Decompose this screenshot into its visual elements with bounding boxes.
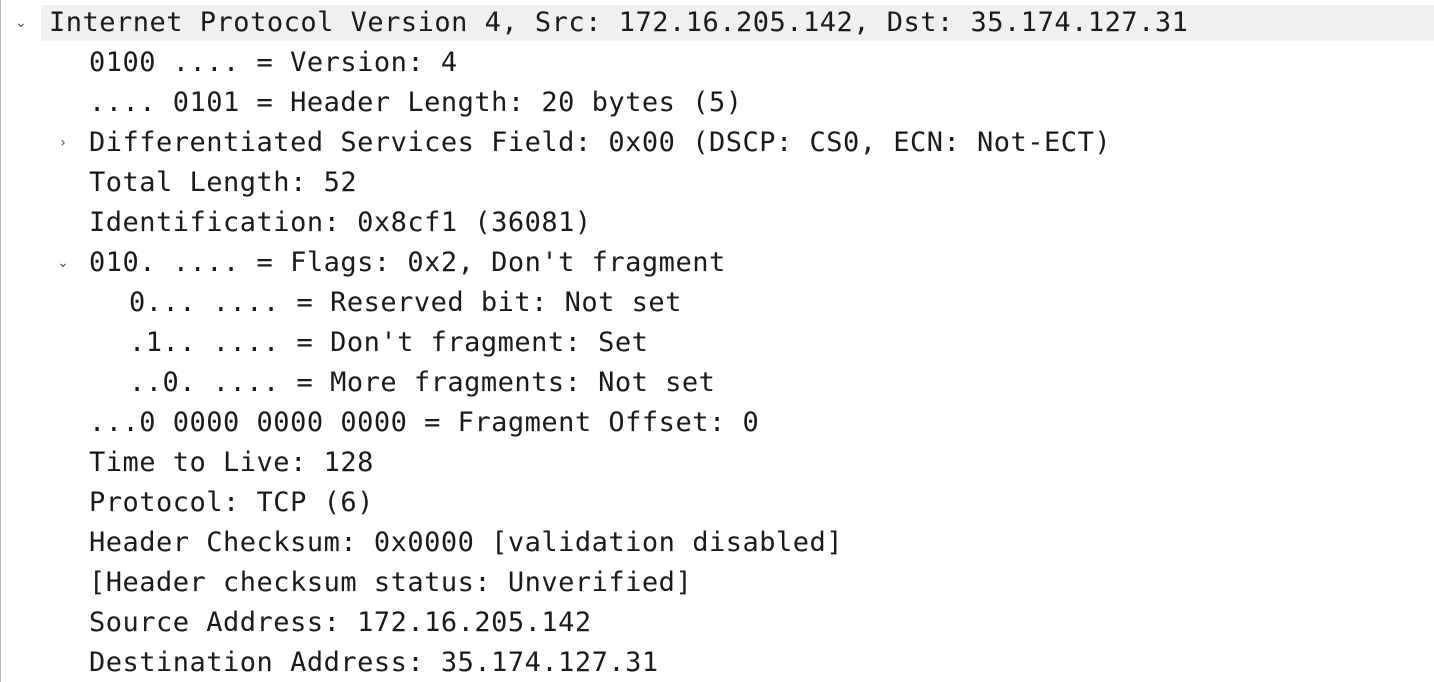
tree-row-destination-address[interactable]: Destination Address: 35.174.127.31 (1, 643, 1434, 682)
chevron-down-icon[interactable]: ⌄ (51, 243, 75, 283)
tree-row-ipv4[interactable]: ⌄ Internet Protocol Version 4, Src: 172.… (1, 3, 1434, 43)
tree-item-label: Total Length: 52 (89, 167, 358, 198)
tree-item-label: 0100 .... = Version: 4 (89, 47, 458, 78)
tree-row-flag-df[interactable]: .1.. .... = Don't fragment: Set (1, 323, 1434, 363)
tree-item-label: Destination Address: 35.174.127.31 (89, 647, 659, 678)
tree-item-label: Protocol: TCP (6) (89, 487, 374, 518)
tree-row-dsfield[interactable]: › Differentiated Services Field: 0x00 (D… (1, 123, 1434, 163)
tree-row-flags[interactable]: ⌄ 010. .... = Flags: 0x2, Don't fragment (1, 243, 1434, 283)
tree-item-label: Differentiated Services Field: 0x00 (DSC… (89, 127, 1112, 158)
tree-row-source-address[interactable]: Source Address: 172.16.205.142 (1, 603, 1434, 643)
tree-item-label: .1.. .... = Don't fragment: Set (129, 327, 649, 358)
tree-item-label: Internet Protocol Version 4, Src: 172.16… (49, 7, 1189, 38)
tree-row-checksum[interactable]: Header Checksum: 0x0000 [validation disa… (1, 523, 1434, 563)
tree-row-fragment-offset[interactable]: ...0 0000 0000 0000 = Fragment Offset: 0 (1, 403, 1434, 443)
tree-item-label: .... 0101 = Header Length: 20 bytes (5) (89, 87, 743, 118)
tree-row-total-length[interactable]: Total Length: 52 (1, 163, 1434, 203)
tree-item-label: Identification: 0x8cf1 (36081) (89, 207, 592, 238)
packet-details-tree: ⌄ Internet Protocol Version 4, Src: 172.… (0, 0, 1434, 682)
tree-item-label: 010. .... = Flags: 0x2, Don't fragment (89, 247, 726, 278)
tree-item-label: ..0. .... = More fragments: Not set (129, 367, 716, 398)
tree-item-label: Header Checksum: 0x0000 [validation disa… (89, 527, 843, 558)
chevron-down-icon[interactable]: ⌄ (9, 3, 33, 43)
tree-row-protocol[interactable]: Protocol: TCP (6) (1, 483, 1434, 523)
chevron-right-icon[interactable]: › (51, 123, 75, 163)
tree-row-flag-mf[interactable]: ..0. .... = More fragments: Not set (1, 363, 1434, 403)
tree-row-flag-reserved[interactable]: 0... .... = Reserved bit: Not set (1, 283, 1434, 323)
tree-item-label: ...0 0000 0000 0000 = Fragment Offset: 0 (89, 407, 760, 438)
tree-item-label: Source Address: 172.16.205.142 (89, 607, 592, 638)
tree-row-ttl[interactable]: Time to Live: 128 (1, 443, 1434, 483)
tree-row-header-length[interactable]: .... 0101 = Header Length: 20 bytes (5) (1, 83, 1434, 123)
tree-item-label: [Header checksum status: Unverified] (89, 567, 693, 598)
tree-item-label: 0... .... = Reserved bit: Not set (129, 287, 682, 318)
tree-row-checksum-status[interactable]: [Header checksum status: Unverified] (1, 563, 1434, 603)
tree-row-identification[interactable]: Identification: 0x8cf1 (36081) (1, 203, 1434, 243)
tree-item-label: Time to Live: 128 (89, 447, 374, 478)
tree-row-version[interactable]: 0100 .... = Version: 4 (1, 43, 1434, 83)
